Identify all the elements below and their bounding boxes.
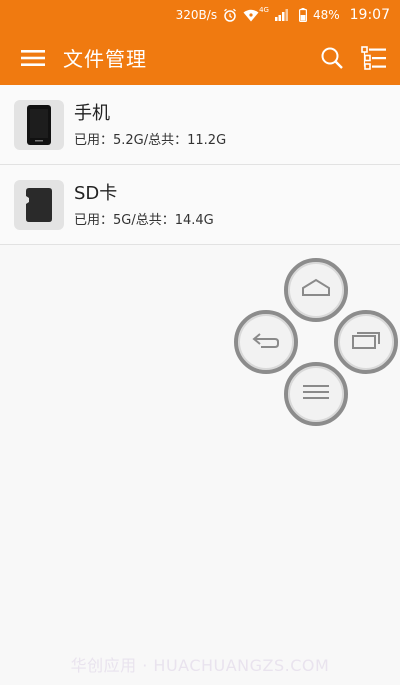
- storage-name: SD卡: [74, 182, 118, 204]
- storage-info: SD卡 已用：5G/总共：14.4G: [74, 182, 214, 228]
- back-button[interactable]: [234, 310, 298, 374]
- network-speed: 320B/s: [175, 8, 218, 22]
- battery-level: 48%: [312, 8, 340, 22]
- home-button[interactable]: [284, 258, 348, 322]
- storage-list: 手机 已用：5.2G/总共：11.2G SD卡 已用：5G/总共：14.4G: [0, 85, 400, 245]
- page-title: 文件管理: [63, 47, 147, 71]
- wifi-icon: [243, 9, 259, 22]
- storage-usage: 已用：5G/总共：14.4G: [74, 212, 214, 228]
- home-icon: [301, 278, 331, 302]
- storage-usage: 已用：5.2G/总共：11.2G: [74, 132, 227, 148]
- recent-apps-icon: [351, 330, 381, 354]
- menu-icon[interactable]: [18, 43, 48, 73]
- recent-apps-button[interactable]: [334, 310, 398, 374]
- battery-icon: [298, 8, 307, 22]
- search-icon[interactable]: [316, 42, 348, 74]
- network-type: 4G: [259, 6, 269, 14]
- signal-icon: [274, 9, 289, 21]
- alarm-icon: [223, 8, 237, 22]
- storage-item-phone[interactable]: 手机 已用：5.2G/总共：11.2G: [0, 85, 400, 165]
- app-bar: 文件管理: [0, 30, 400, 85]
- sd-card-icon: [14, 179, 64, 230]
- menu-lines-button[interactable]: [284, 362, 348, 426]
- screen: 320B/s 4G 48% 19:07 文件管理 手机 已用：5.2G/总共：1…: [0, 0, 400, 685]
- phone-icon: [14, 99, 64, 150]
- storage-info: 手机 已用：5.2G/总共：11.2G: [74, 102, 226, 148]
- storage-name: 手机: [74, 102, 110, 124]
- storage-item-sd[interactable]: SD卡 已用：5G/总共：14.4G: [0, 165, 400, 245]
- status-bar: 320B/s 4G 48% 19:07: [0, 0, 400, 30]
- watermark: 华创应用 · HUACHUANGZS.COM: [70, 656, 330, 675]
- clock: 19:07: [349, 7, 390, 23]
- back-icon: [251, 330, 281, 354]
- menu-lines-icon: [301, 383, 331, 405]
- list-view-icon[interactable]: [358, 42, 390, 74]
